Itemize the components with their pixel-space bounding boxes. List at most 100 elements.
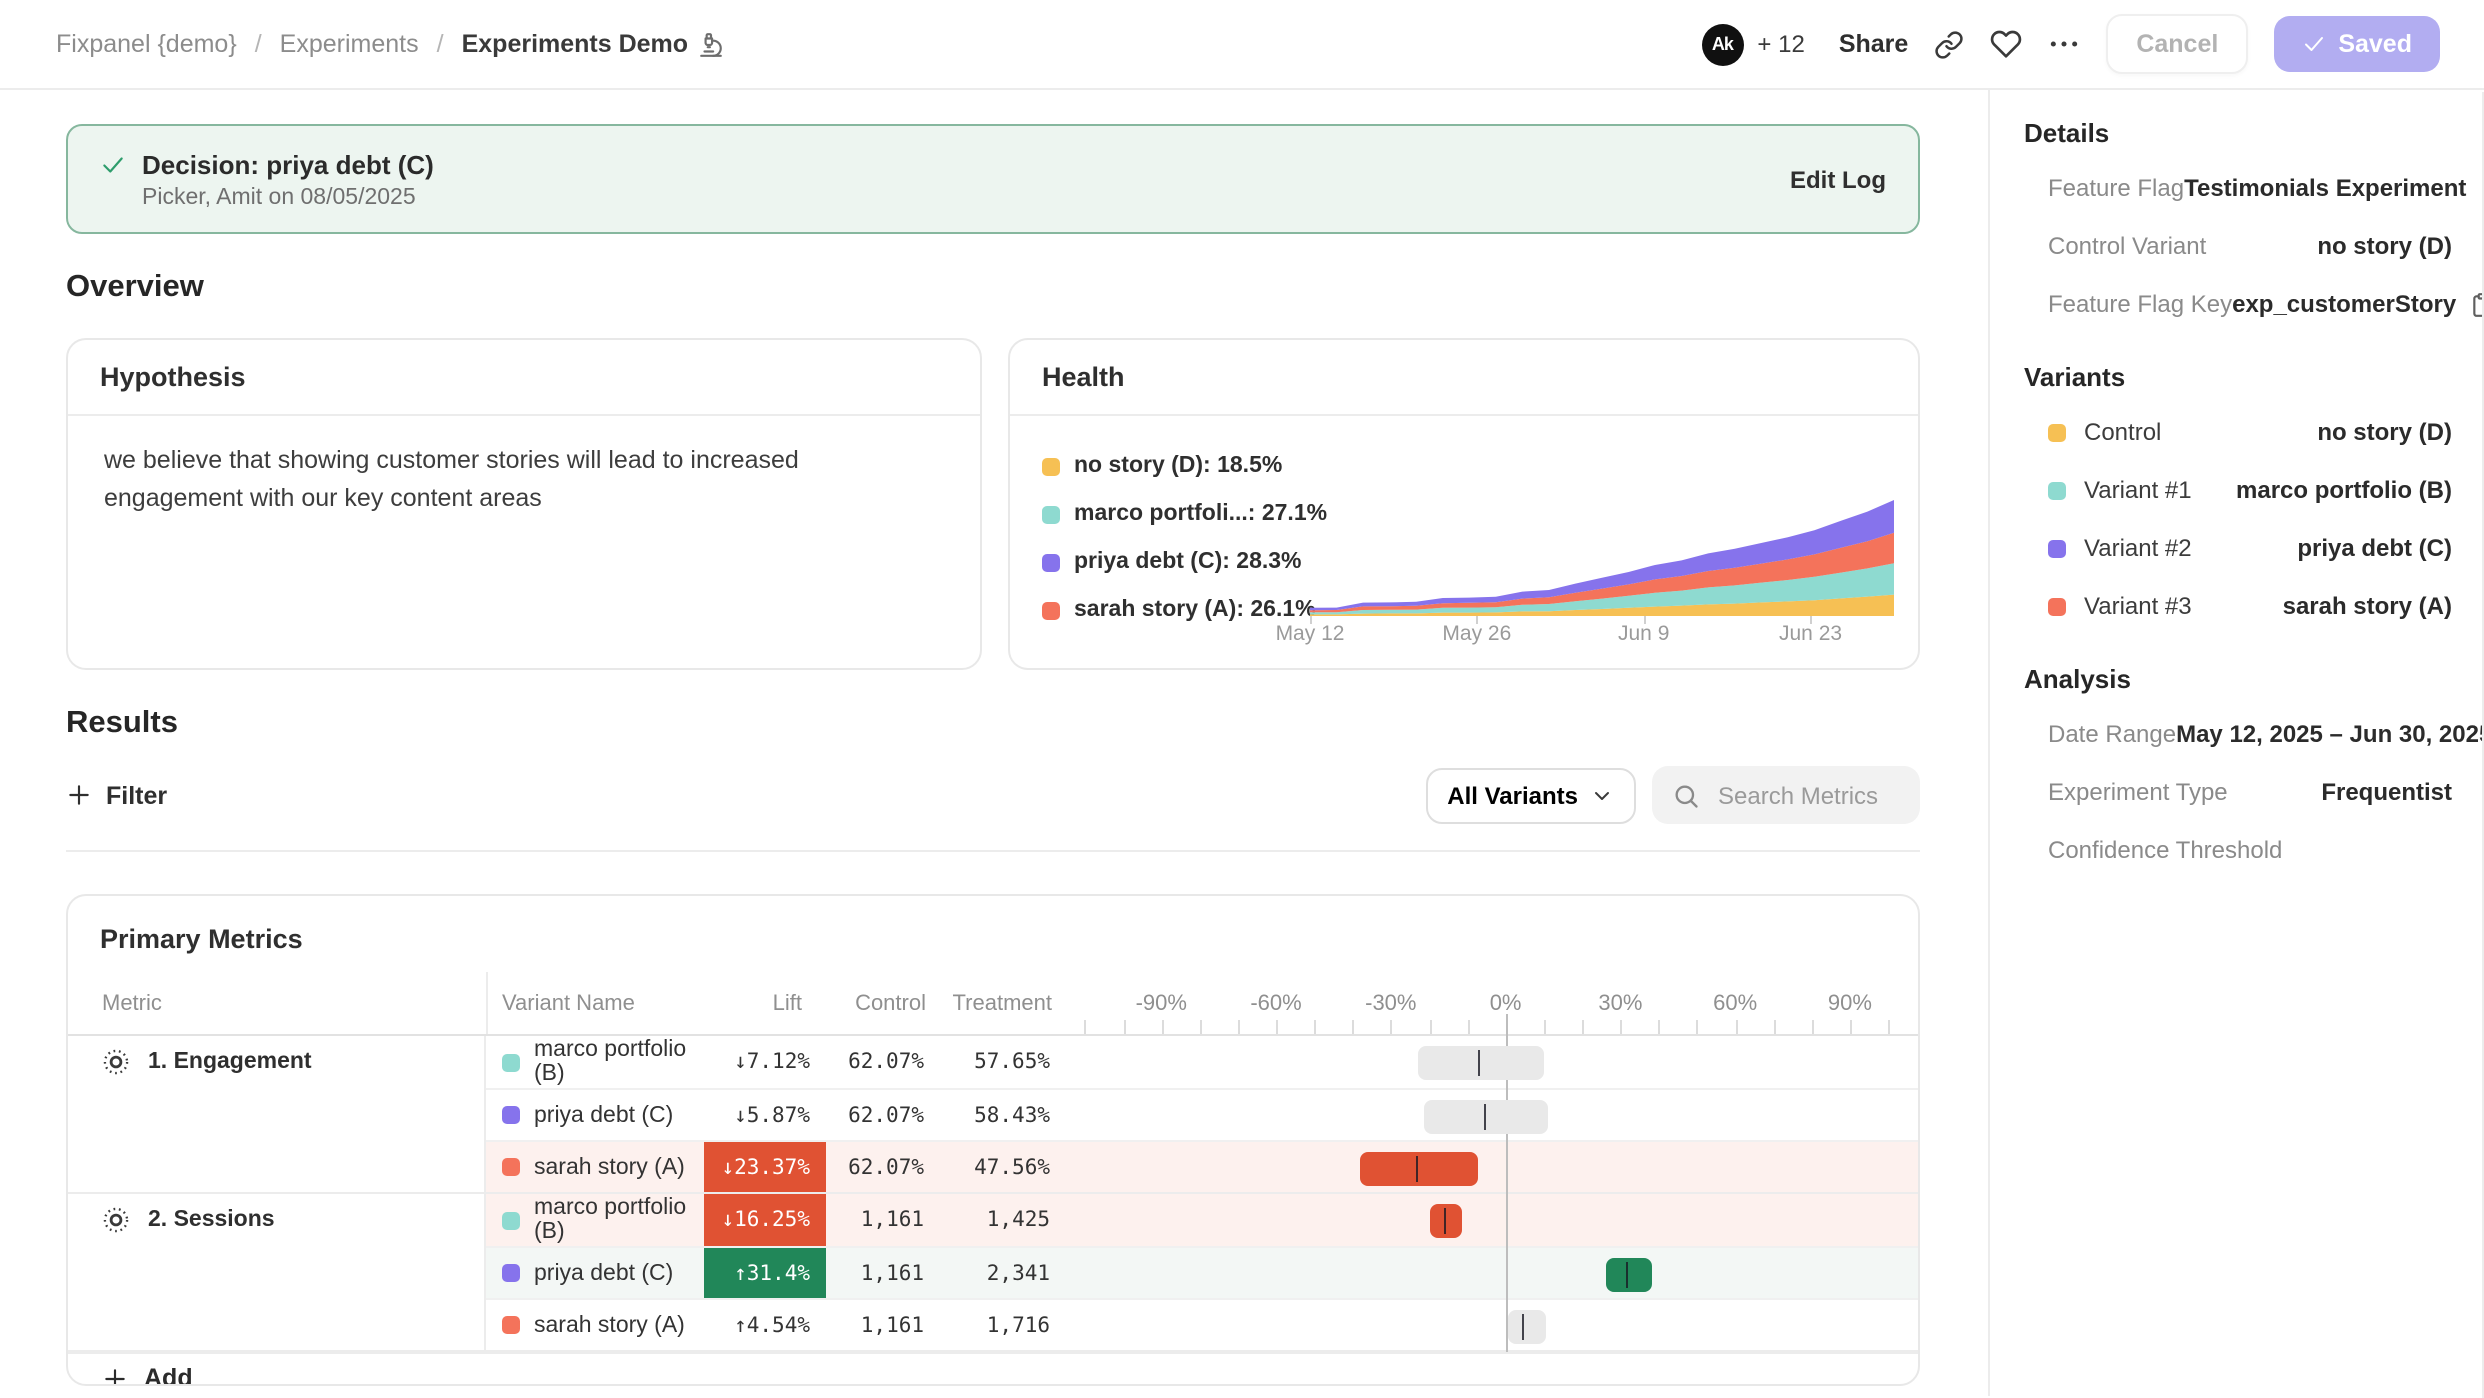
variant-slot-label: Variant #3 <box>2084 592 2192 620</box>
ci-midpoint-tick <box>1523 1313 1525 1339</box>
edit-log-button[interactable]: Edit Log <box>1790 165 1886 193</box>
x-axis-tick <box>1310 616 1312 624</box>
ci-midpoint-tick <box>1416 1155 1418 1181</box>
decision-subtitle: Picker, Amit on 08/05/2025 <box>142 185 1790 209</box>
variant-cell: priya debt (C) <box>486 1090 704 1140</box>
treatment-value: 1,716 <box>950 1300 1076 1350</box>
variant-key: Variant #2 <box>2048 534 2192 562</box>
sidebar-row: Controlno story (D) <box>2024 418 2452 446</box>
variant-swatch <box>2048 481 2066 499</box>
sidebar-row: Confidence Threshold <box>2024 836 2452 864</box>
field-value[interactable]: exp_customerStory <box>2232 290 2484 318</box>
table-row[interactable]: marco portfolio (B)↓16.25%1,1611,425 <box>486 1194 1918 1246</box>
lift-cell: ↓7.12% <box>704 1036 826 1088</box>
axis-tick <box>1276 1020 1278 1034</box>
breadcrumb: Fixpanel {demo}/Experiments/Experiments … <box>56 30 724 58</box>
confidence-interval-bar <box>1607 1257 1653 1291</box>
x-axis-label: Jun 9 <box>1618 622 1669 646</box>
legend-item: no story (D): 18.5% <box>1042 442 1327 490</box>
add-filter-button[interactable]: Filter <box>66 781 167 809</box>
field-label: Feature Flag <box>2048 174 2184 202</box>
lift-cell: ↓16.25% <box>704 1194 826 1246</box>
x-axis-tick <box>1811 616 1813 624</box>
breadcrumb-item[interactable]: Experiments Demo <box>462 30 724 58</box>
variant-name: sarah story (A) <box>534 1155 685 1179</box>
breadcrumb-item[interactable]: Experiments <box>280 30 419 58</box>
confidence-interval-bar <box>1423 1099 1547 1133</box>
axis-tick <box>1085 1020 1087 1034</box>
avatar[interactable]: Ak <box>1701 23 1743 65</box>
control-value: 1,161 <box>826 1248 950 1298</box>
variant-swatch <box>502 1316 520 1334</box>
favorite-heart-icon[interactable] <box>1990 28 2022 60</box>
metric-target-icon <box>102 1048 130 1076</box>
field-value-text: sarah story (A) <box>2283 592 2452 620</box>
metric-cell: 1. Engagement <box>68 1036 486 1192</box>
variant-name: priya debt (C) <box>534 1103 673 1127</box>
search-icon <box>1672 781 1700 809</box>
axis-tick-strip <box>1076 1020 1918 1034</box>
table-row[interactable]: priya debt (C)↓5.87%62.07%58.43% <box>486 1088 1918 1140</box>
zero-line <box>1506 1298 1508 1352</box>
add-metric-button[interactable]: Add <box>68 1352 1918 1386</box>
decision-banner: Decision: priya debt (C) Picker, Amit on… <box>66 124 1920 234</box>
share-button[interactable]: Share <box>1839 30 1909 58</box>
more-options-icon[interactable] <box>2048 28 2080 60</box>
field-value[interactable]: Testimonials Experiment <box>2184 174 2484 202</box>
axis-tick <box>1582 1020 1584 1034</box>
legend-swatch <box>1042 553 1060 571</box>
avatar-count[interactable]: + 12 <box>1757 30 1804 58</box>
metric-name[interactable]: 1. Engagement <box>68 1036 484 1088</box>
variant-cell: marco portfolio (B) <box>486 1036 704 1088</box>
metric-name[interactable]: 2. Sessions <box>68 1194 484 1246</box>
variant-cell: priya debt (C) <box>486 1248 704 1298</box>
variant-swatch <box>2048 539 2066 557</box>
axis-tick <box>1812 1020 1814 1034</box>
x-axis-tick <box>1477 616 1479 624</box>
field-label: Control Variant <box>2048 232 2206 260</box>
breadcrumb-item[interactable]: Fixpanel {demo} <box>56 30 237 58</box>
table-row[interactable]: sarah story (A)↓23.37%62.07%47.56% <box>486 1140 1918 1192</box>
axis-tick <box>1429 1020 1431 1034</box>
search-metrics-input[interactable] <box>1714 779 1900 811</box>
lift-cell: ↑31.4% <box>704 1248 826 1298</box>
x-axis-label: Jun 23 <box>1779 622 1842 646</box>
variants-filter-dropdown[interactable]: All Variants <box>1425 767 1636 823</box>
axis-label: -30% <box>1365 992 1416 1016</box>
health-card: Health no story (D): 18.5%marco portfoli… <box>1008 338 1920 670</box>
cancel-button[interactable]: Cancel <box>2106 14 2248 74</box>
sidebar-row: Date RangeMay 12, 2025 – Jun 30, 2025 <box>2024 720 2452 748</box>
field-value: no story (D) <box>2317 232 2452 260</box>
copy-link-icon[interactable] <box>1934 29 1964 59</box>
axis-tick <box>1888 1020 1890 1034</box>
table-row[interactable]: marco portfolio (B)↓7.12%62.07%57.65% <box>486 1036 1918 1088</box>
variant-key: Control <box>2048 418 2161 446</box>
axis-tick <box>1238 1020 1240 1034</box>
table-row[interactable]: priya debt (C)↑31.4%1,1612,341 <box>486 1246 1918 1298</box>
sidebar-row: Experiment TypeFrequentist <box>2024 778 2452 806</box>
right-sidebar: DetailsFeature FlagTestimonials Experime… <box>1988 90 2484 1396</box>
control-value: 1,161 <box>826 1300 950 1350</box>
saved-button[interactable]: Saved <box>2274 16 2440 72</box>
sidebar-section-title: Analysis <box>2024 664 2452 694</box>
legend-label: priya debt (C): 28.3% <box>1074 550 1302 574</box>
column-divider <box>486 972 488 1034</box>
column-header-lift: Lift <box>773 992 802 1016</box>
axis-tick <box>1314 1020 1316 1034</box>
zero-line <box>1506 1192 1508 1248</box>
legend-swatch <box>1042 601 1060 619</box>
metric-label-text: 2. Sessions <box>148 1208 275 1232</box>
axis-label: -60% <box>1250 992 1301 1016</box>
ci-chart-cell <box>1076 1248 1918 1298</box>
breadcrumb-separator: / <box>437 30 444 58</box>
health-area-chart <box>1310 492 1894 616</box>
axis-tick <box>1735 1020 1737 1034</box>
table-row[interactable]: sarah story (A)↑4.54%1,1611,716 <box>486 1298 1918 1350</box>
variant-swatch <box>502 1264 520 1282</box>
metric-target-icon <box>102 1206 130 1234</box>
axis-label: -90% <box>1136 992 1187 1016</box>
field-value: May 12, 2025 – Jun 30, 2025 <box>2176 720 2484 748</box>
primary-metrics-title: Primary Metrics <box>68 896 1918 972</box>
axis-tick <box>1697 1020 1699 1034</box>
plus-icon <box>66 782 92 808</box>
